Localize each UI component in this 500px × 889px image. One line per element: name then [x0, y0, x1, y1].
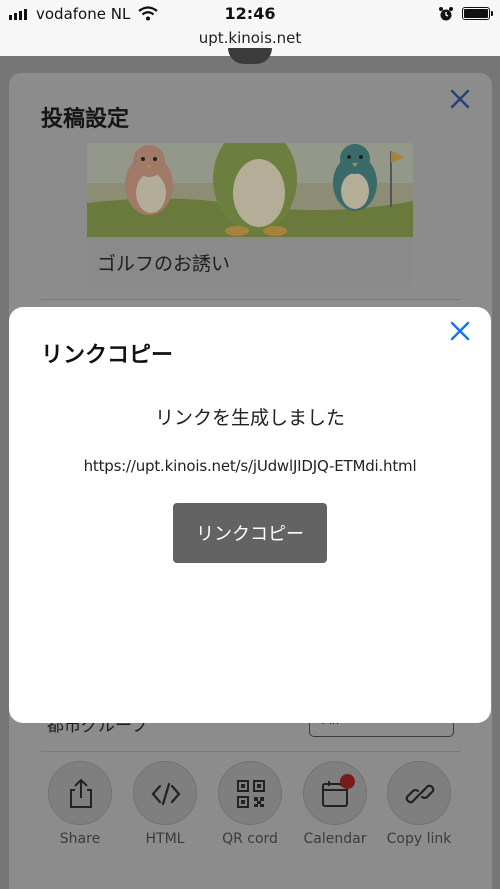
share-button-label: Share: [59, 831, 101, 847]
qr-code-button-circle: [218, 761, 282, 825]
link-copy-dialog: リンクコピー リンクを生成しました https://upt.kinois.net…: [9, 307, 491, 723]
html-button-circle: [133, 761, 197, 825]
share-buttons-row: Share HTML QR cord Calendar Copy link: [9, 761, 492, 851]
calendar-button[interactable]: Calendar: [302, 761, 368, 847]
dialog-title: リンクコピー: [41, 343, 174, 368]
generated-link: https://upt.kinois.net/s/jUdwlJIDJQ-ETMd…: [83, 457, 417, 475]
close-icon[interactable]: [449, 320, 471, 342]
share-button-circle: [48, 761, 112, 825]
copy-link-button[interactable]: Copy link: [386, 761, 452, 847]
alarm-icon: [439, 7, 453, 21]
qr-code-icon: [237, 780, 265, 808]
card-label: ゴルフのお誘い: [97, 253, 231, 275]
html-button[interactable]: HTML: [132, 761, 198, 847]
battery-icon: [462, 7, 493, 20]
card-illustration: [87, 143, 413, 237]
share-icon: [70, 778, 92, 808]
add-badge-icon: [340, 774, 355, 789]
share-button[interactable]: Share: [47, 761, 113, 847]
status-bar: vodafone NL 12:46: [0, 0, 500, 28]
divider: [41, 299, 461, 300]
dialog-message: リンクを生成しました: [154, 407, 345, 429]
avatar: [228, 48, 272, 64]
post-settings-title: 投稿設定: [41, 107, 130, 132]
copy-link-button-circle: [387, 761, 451, 825]
copy-link-button-label: Copy link: [386, 831, 452, 847]
calendar-button-label: Calendar: [303, 831, 367, 847]
html-button-label: HTML: [145, 831, 185, 847]
url-text: upt.kinois.net: [198, 29, 302, 47]
divider: [41, 751, 461, 752]
close-icon[interactable]: [449, 88, 471, 110]
code-icon: [151, 782, 181, 806]
copy-link-button[interactable]: リンクコピー: [173, 503, 327, 563]
calendar-button-circle: [303, 761, 367, 825]
link-icon: [405, 784, 435, 804]
post-card[interactable]: ゴルフのお誘い: [87, 143, 413, 287]
qr-code-button-label: QR cord: [222, 831, 278, 847]
qr-code-button[interactable]: QR cord: [217, 761, 283, 847]
clock: 12:46: [224, 4, 276, 23]
